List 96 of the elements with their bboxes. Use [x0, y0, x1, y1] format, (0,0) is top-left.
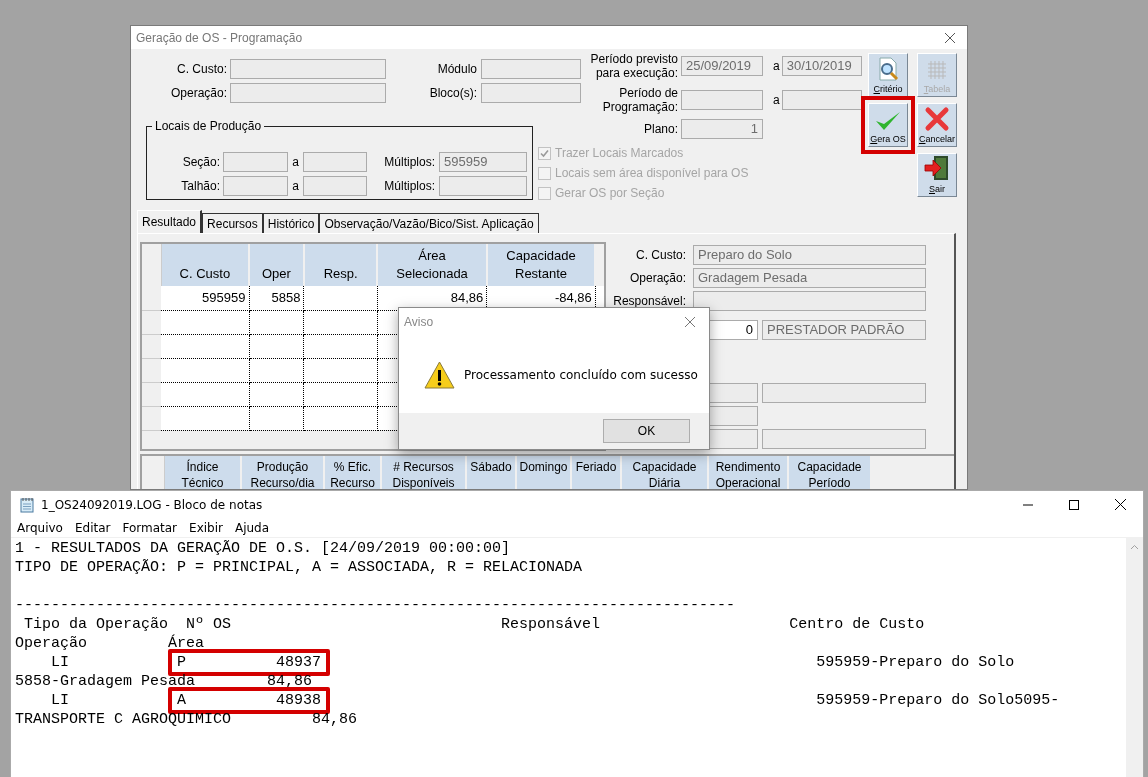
column-header: Capacidade Restante — [486, 244, 596, 286]
tab[interactable]: Observação/Vazão/Bico/Sist. Aplicação — [319, 213, 539, 233]
text-field[interactable] — [481, 83, 581, 103]
field-label: Responsável: — [612, 294, 686, 308]
field-label: C. Custo: — [635, 248, 686, 262]
checkmark-icon — [875, 110, 901, 132]
checkbox-label: Trazer Locais Marcados — [555, 145, 684, 162]
text-field[interactable]: 30/10/2019 — [781, 56, 862, 76]
range-separator: a — [773, 58, 780, 75]
toolbar-button[interactable]: Sair — [917, 153, 957, 197]
text-field[interactable] — [223, 152, 288, 172]
text-field[interactable]: 595959 — [439, 152, 527, 172]
range-separator: a — [291, 178, 300, 195]
text-field[interactable] — [762, 429, 926, 449]
field-label: Operação: — [169, 86, 227, 100]
log-line: Tipo da Operação Nº OS Responsável Centro de Custo — [23, 615, 925, 634]
notepad-icon — [20, 496, 34, 513]
log-text: 595959-Preparo do Solo5095- — [815, 691, 1060, 710]
column-header: Domingo — [517, 456, 572, 489]
close-icon — [924, 106, 950, 132]
field-label: Operação: — [628, 271, 686, 285]
group-title: Locais de Produção — [154, 118, 263, 135]
range-separator: a — [291, 154, 300, 171]
checkbox-label: Gerar OS por Seção — [555, 185, 665, 202]
column-header: C. Custo — [161, 244, 249, 286]
log-line: TIPO DE OPERAÇÃO: P = PRINCIPAL, A = ASSOCIADA, R = RELACIONADA — [15, 558, 583, 577]
text-field[interactable] — [481, 59, 581, 79]
text-field[interactable]: Gradagem Pesada — [693, 268, 926, 288]
highlighted-log-text: A 48938 — [168, 687, 331, 714]
grid-icon — [925, 58, 949, 82]
checkbox-label: Locais sem área disponível para OS — [555, 165, 749, 182]
text-field[interactable]: 25/09/2019 — [681, 56, 763, 76]
warning-icon — [424, 360, 455, 389]
door-arrow-icon — [924, 154, 950, 182]
menu-item[interactable]: Editar — [74, 518, 111, 537]
text-field[interactable] — [781, 90, 862, 110]
tab[interactable]: Recursos — [202, 213, 263, 233]
text-field[interactable] — [439, 176, 527, 196]
field-label: Talhão: — [180, 179, 220, 193]
window-title: 1_OS24092019.LOG - Bloco de notas — [41, 496, 263, 514]
field-label: Múltiplos: — [383, 179, 435, 193]
menu-item[interactable]: Formatar — [122, 518, 178, 537]
text-field[interactable] — [230, 83, 386, 103]
column-header: Oper — [249, 244, 304, 286]
column-header: Feriado — [572, 456, 622, 489]
text-field[interactable] — [681, 90, 763, 110]
ok-button[interactable]: OK — [603, 419, 690, 443]
field-label: Período previsto para execução: — [589, 52, 678, 80]
field-label: Período de Programação: — [601, 86, 678, 114]
column-header: # Recursos Disponíveis — [382, 456, 467, 489]
field-label: Módulo — [436, 62, 477, 76]
log-text: LI — [50, 653, 70, 672]
column-header: Rendimento Operacional — [709, 456, 789, 489]
close-icon[interactable] — [944, 31, 956, 44]
log-line: 1 - RESULTADOS DA GERAÇÃO DE O.S. [24/09/2019 00:00:00] — [15, 539, 511, 558]
column-header: Sábado — [467, 456, 517, 489]
maximize-icon — [1069, 499, 1079, 510]
range-separator: a — [773, 92, 780, 109]
column-header: Capacidade Diária — [622, 456, 709, 489]
menu-item[interactable]: Arquivo — [17, 518, 63, 537]
text-field[interactable]: Preparo do Solo — [693, 245, 926, 265]
log-line: -------------------------------------------------------------------------------- — [15, 596, 736, 615]
chevron-up-icon[interactable] — [1130, 544, 1139, 550]
text-field[interactable] — [693, 291, 926, 311]
toolbar-button[interactable]: Cancelar — [917, 103, 957, 147]
field-label: Múltiplos: — [383, 155, 435, 169]
close-icon[interactable] — [684, 316, 696, 328]
text-field[interactable] — [223, 176, 288, 196]
text-field[interactable]: PRESTADOR PADRÃO — [762, 320, 926, 340]
menu-item[interactable]: Exibir — [189, 518, 223, 537]
window-title: Geração de OS - Programação — [136, 29, 303, 47]
dialog-message: Processamento concluído com sucesso — [464, 366, 698, 384]
close-icon — [1114, 499, 1126, 510]
menu-item[interactable]: Ajuda — [234, 518, 270, 537]
text-field[interactable] — [230, 59, 386, 79]
dialog-title: Aviso — [404, 314, 434, 331]
field-label: C. Custo: — [176, 62, 227, 76]
column-header: Produção Recurso/dia — [242, 456, 325, 489]
text-field[interactable] — [303, 176, 367, 196]
tab[interactable]: Histórico — [262, 213, 320, 233]
tab[interactable]: Resultado — [137, 210, 203, 233]
column-header: Área Selecionada — [377, 244, 487, 286]
scrollbar[interactable] — [1126, 538, 1143, 777]
toolbar-button[interactable]: Critério — [868, 53, 908, 97]
column-header: Índice Técnico — [165, 456, 242, 489]
log-text: LI — [50, 691, 70, 710]
text-field[interactable]: 1 — [681, 119, 763, 139]
text-field[interactable] — [762, 383, 926, 403]
field-label: Bloco(s): — [428, 86, 477, 100]
log-text: 595959-Preparo do Solo — [815, 653, 1015, 672]
column-header: Resp. — [303, 244, 378, 286]
field-label: Plano: — [642, 122, 678, 136]
text-field[interactable] — [303, 152, 367, 172]
field-label: Seção: — [181, 155, 220, 169]
column-header: Capacidade Período — [789, 456, 872, 489]
column-header: % Efic. Recurso — [325, 456, 382, 489]
